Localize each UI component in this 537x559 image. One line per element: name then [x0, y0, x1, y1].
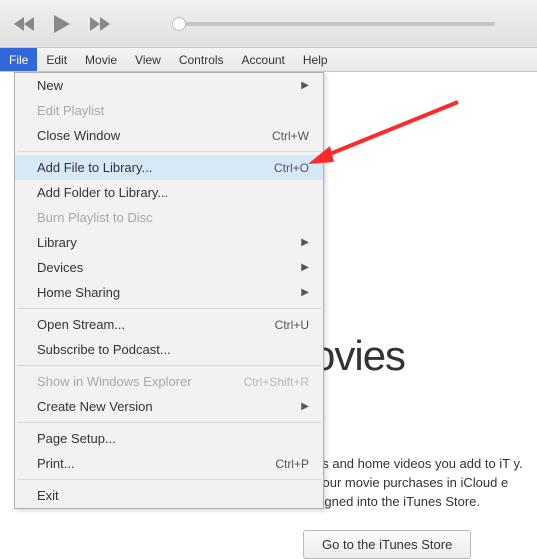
- menu-item-close-window[interactable]: Close Window Ctrl+W: [15, 123, 323, 148]
- menu-item-label: New: [37, 78, 63, 93]
- progress-slider[interactable]: [172, 22, 495, 26]
- menu-shortcut: Ctrl+Shift+R: [244, 375, 309, 389]
- menu-item-edit-playlist: Edit Playlist: [15, 98, 323, 123]
- file-menu-dropdown: New ▶ Edit Playlist Close Window Ctrl+W Add F…: [14, 72, 324, 509]
- menu-item-open-stream[interactable]: Open Stream... Ctrl+U: [15, 312, 323, 337]
- menu-item-label: Show in Windows Explorer: [37, 374, 192, 389]
- menu-item-label: Open Stream...: [37, 317, 125, 332]
- page-title: ovies: [312, 332, 405, 380]
- menu-item-page-setup[interactable]: Page Setup...: [15, 426, 323, 451]
- menu-item-burn-playlist-to-disc: Burn Playlist to Disc: [15, 205, 323, 230]
- menu-item-exit[interactable]: Exit: [15, 483, 323, 508]
- menu-item-subscribe-to-podcast[interactable]: Subscribe to Podcast...: [15, 337, 323, 362]
- menu-item-new[interactable]: New ▶: [15, 73, 323, 98]
- menu-item-home-sharing[interactable]: Home Sharing ▶: [15, 280, 323, 305]
- menu-separator: [17, 365, 321, 366]
- next-button[interactable]: [88, 12, 112, 36]
- menu-item-label: Add Folder to Library...: [37, 185, 168, 200]
- menu-shortcut: Ctrl+U: [275, 318, 309, 332]
- menu-item-label: Subscribe to Podcast...: [37, 342, 171, 357]
- play-icon: [54, 15, 70, 33]
- menubar-item-account[interactable]: Account: [233, 48, 294, 71]
- menu-shortcut: Ctrl+W: [272, 129, 309, 143]
- body-text: es and home videos you add to iT y. Your…: [315, 455, 533, 512]
- player-toolbar: [0, 0, 537, 48]
- play-button[interactable]: [50, 12, 74, 36]
- menubar-item-help[interactable]: Help: [294, 48, 337, 71]
- rewind-icon: [14, 17, 34, 31]
- menu-separator: [17, 422, 321, 423]
- menu-shortcut: Ctrl+O: [274, 161, 309, 175]
- fastforward-icon: [90, 17, 110, 31]
- chevron-right-icon: ▶: [301, 80, 309, 91]
- menubar-item-movie[interactable]: Movie: [76, 48, 126, 71]
- menubar-item-edit[interactable]: Edit: [37, 48, 76, 71]
- menu-item-label: Print...: [37, 456, 75, 471]
- chevron-right-icon: ▶: [301, 262, 309, 273]
- chevron-right-icon: ▶: [301, 287, 309, 298]
- menu-item-label: Edit Playlist: [37, 103, 104, 118]
- menubar-item-view[interactable]: View: [126, 48, 170, 71]
- menu-item-label: Close Window: [37, 128, 120, 143]
- menu-item-print[interactable]: Print... Ctrl+P: [15, 451, 323, 476]
- menu-item-label: Create New Version: [37, 399, 153, 414]
- menu-item-add-folder-to-library[interactable]: Add Folder to Library...: [15, 180, 323, 205]
- menu-item-library[interactable]: Library ▶: [15, 230, 323, 255]
- menubar-item-file[interactable]: File: [0, 48, 37, 71]
- menu-item-create-new-version[interactable]: Create New Version ▶: [15, 394, 323, 419]
- menu-item-add-file-to-library[interactable]: Add File to Library... Ctrl+O: [15, 155, 323, 180]
- menu-shortcut: Ctrl+P: [275, 457, 309, 471]
- prev-button[interactable]: [12, 12, 36, 36]
- menu-item-label: Library: [37, 235, 77, 250]
- menu-item-label: Home Sharing: [37, 285, 120, 300]
- menubar-item-controls[interactable]: Controls: [170, 48, 233, 71]
- menu-item-label: Exit: [37, 488, 59, 503]
- progress-knob[interactable]: [172, 17, 186, 31]
- go-to-store-button[interactable]: Go to the iTunes Store: [303, 530, 471, 559]
- menu-separator: [17, 151, 321, 152]
- player-controls: [12, 12, 112, 36]
- menu-item-devices[interactable]: Devices ▶: [15, 255, 323, 280]
- menu-item-label: Add File to Library...: [37, 160, 152, 175]
- menu-separator: [17, 479, 321, 480]
- menubar: FileEditMovieViewControlsAccountHelp: [0, 48, 537, 72]
- chevron-right-icon: ▶: [301, 401, 309, 412]
- chevron-right-icon: ▶: [301, 237, 309, 248]
- menu-item-label: Devices: [37, 260, 83, 275]
- menu-separator: [17, 308, 321, 309]
- menu-item-label: Page Setup...: [37, 431, 116, 446]
- menu-item-show-in-windows-explorer: Show in Windows Explorer Ctrl+Shift+R: [15, 369, 323, 394]
- menu-item-label: Burn Playlist to Disc: [37, 210, 153, 225]
